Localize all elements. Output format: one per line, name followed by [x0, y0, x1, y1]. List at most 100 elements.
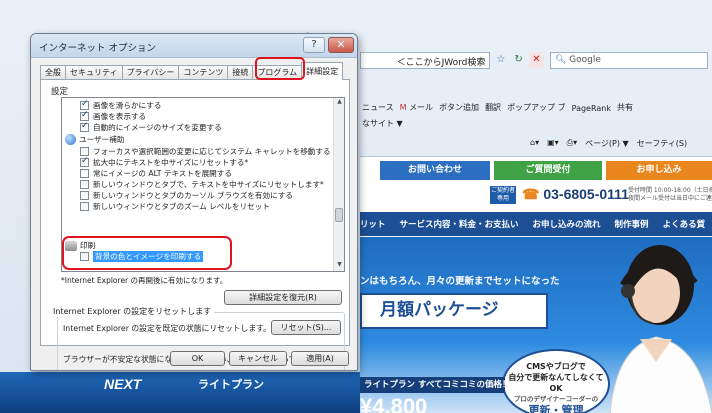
print-icon[interactable]: ⎙▾: [567, 138, 577, 149]
apply-button[interactable]: 適用(A): [291, 351, 349, 366]
internet-options-dialog: インターネット オプション ? ✕ 全般 セキュリティ プライバシー コンテンツ…: [30, 33, 358, 371]
addon-toolbar: ニュース M メール ボタン追加 翻訳 ポップアップ ブ PageRank 共有: [362, 91, 712, 113]
advanced-panel: 設定 画像を滑らかにする 画像を表示する 自動的にイメージのサイズを変更する ユ…: [40, 79, 350, 370]
reset-button[interactable]: リセット(S)...: [271, 320, 341, 335]
setting-smooth-images[interactable]: 画像を滑らかにする: [80, 99, 161, 111]
setting-label: 新しいウィンドウとタブで、テキストを中サイズにリセットします*: [93, 180, 324, 189]
checkbox-checked[interactable]: [80, 99, 89, 110]
group-label: ユーザー補助: [79, 135, 125, 144]
help-button[interactable]: ?: [303, 37, 325, 53]
phone-number-text: 03-6805-0111: [543, 186, 629, 202]
business-hours: 受付時間 10:00-18:00（土日祝休） 夜間メール受付は当日中にご連絡: [628, 187, 712, 202]
cms-line-1: CMSやブログで: [526, 362, 586, 371]
checkbox-checked[interactable]: [80, 156, 89, 167]
checkbox-unchecked[interactable]: [80, 180, 89, 189]
light-plan-label: ライトプラン: [198, 378, 264, 391]
safety-menu[interactable]: セーフティ(S): [637, 138, 687, 149]
restart-note: *Internet Explorer の再開後に有効になります。: [61, 276, 228, 285]
cms-bubble: CMSやブログで 自分で更新なんてしなくてOK プロのデザイナーコーダーの 更新…: [502, 349, 610, 413]
tab-highlight-annotation: [255, 57, 305, 80]
tab-privacy[interactable]: プライバシー: [121, 65, 180, 80]
setting-caret-browsing[interactable]: 新しいウィンドウとタブのカーソル ブラウズを有効にする: [80, 190, 293, 201]
reset-group-title: Internet Explorer の設定をリセットします: [53, 306, 215, 317]
setting-reset-text-size-new[interactable]: 新しいウィンドウとタブで、テキストを中サイズにリセットします*: [80, 179, 324, 190]
restore-advanced-button[interactable]: 詳細設定を復元(R): [224, 290, 342, 305]
mail-icon: M: [399, 103, 410, 112]
setting-show-images[interactable]: 画像を表示する: [80, 110, 146, 122]
setting-auto-resize[interactable]: 自動的にイメージのサイズを変更する: [80, 121, 222, 133]
checkbox-checked[interactable]: [80, 110, 89, 121]
tab-content[interactable]: コンテンツ: [178, 65, 229, 80]
setting-label: 拡大中にテキストを中サイズにリセットする*: [93, 158, 249, 167]
site-header: ご契約者専用 ☎ 03-6805-0111 受付時間 10:00-18:00（土…: [360, 183, 712, 210]
nav-item-flow[interactable]: お申し込みの流れ: [533, 218, 601, 230]
question-button[interactable]: ご質問受付: [494, 161, 602, 180]
contact-button[interactable]: お問い合わせ: [380, 161, 490, 180]
toolbar-item-share[interactable]: 共有: [617, 102, 633, 113]
stop-icon[interactable]: ✕: [529, 52, 544, 68]
setting-label: 常にイメージの ALT テキストを展開する: [93, 169, 232, 178]
setting-reset-text-zoom[interactable]: 拡大中にテキストを中サイズにリセットする*: [80, 156, 249, 168]
jword-search-box[interactable]: ＜ここからJWord検索: [360, 51, 491, 69]
setting-expand-alt[interactable]: 常にイメージの ALT テキストを展開する: [80, 168, 232, 179]
refresh-icon[interactable]: ↻: [511, 52, 527, 68]
phone-icon: ☎: [522, 186, 544, 202]
dialog-titlebar: インターネット オプション ? ✕: [31, 34, 357, 58]
setting-reset-zoom-level[interactable]: 新しいウィンドウとタブのズーム レベルをリセット: [80, 201, 270, 212]
checkbox-checked[interactable]: [80, 121, 89, 132]
tree-scrollbar[interactable]: ▲ ▼: [333, 98, 344, 271]
setting-label: 新しいウィンドウとタブのズーム レベルをリセット: [93, 202, 270, 211]
close-button[interactable]: ✕: [328, 37, 354, 53]
nav-item-merit[interactable]: リット: [360, 218, 386, 230]
tab-connections[interactable]: 接続: [227, 65, 254, 80]
cms-big: 更新・管理: [528, 404, 584, 413]
home-icon[interactable]: ⌂▾: [530, 138, 539, 149]
google-label: Google: [569, 54, 601, 65]
tab-general[interactable]: 全般: [40, 65, 66, 80]
toolbar-item-translate[interactable]: 翻訳: [485, 102, 501, 113]
google-search-icon: 🔍︎: [554, 54, 570, 65]
toolbar-item-pagerank[interactable]: PageRank: [572, 104, 611, 113]
address-toolbar: ＜ここからJWord検索 ☆ ↻ ✕ 🔍︎ Google: [360, 51, 708, 69]
setting-label: 自動的にイメージのサイズを変更する: [93, 123, 222, 132]
page-menu[interactable]: ページ(P) ▼: [585, 138, 629, 149]
scroll-thumb[interactable]: [335, 208, 343, 222]
next-logo: NEXT: [104, 376, 142, 392]
tab-advanced[interactable]: 詳細設定: [301, 62, 344, 80]
checkbox-unchecked[interactable]: [80, 169, 89, 178]
toolbar-item-mail[interactable]: M メール: [400, 102, 433, 113]
reset-description: Internet Explorer の設定を既定の状態にリセットします。: [63, 324, 271, 333]
ok-button[interactable]: OK: [170, 351, 225, 366]
command-bar: ⌂▾ ▣▾ ⎙▾ ページ(P) ▼ セーフティ(S): [530, 138, 687, 149]
google-search-box[interactable]: 🔍︎ Google: [549, 51, 708, 69]
scroll-down-icon[interactable]: ▼: [334, 261, 344, 271]
tab-security[interactable]: セキュリティ: [65, 65, 123, 80]
links-bar[interactable]: なサイト ▼: [362, 118, 403, 129]
checkbox-unchecked[interactable]: [80, 191, 89, 200]
toolbar-item-popup-block[interactable]: ポップアップ ブ: [507, 102, 566, 113]
cancel-button[interactable]: キャンセル: [229, 351, 287, 366]
web-page: お問い合わせ ご質問受付 お申し込み ご契約者専用 ☎ 03-6805-0111…: [360, 156, 712, 413]
other-page-strip: NEXT ライトプラン: [0, 372, 360, 413]
accessibility-icon: [65, 134, 76, 145]
toolbar-item-news[interactable]: ニュース: [362, 102, 394, 113]
toolbar-item-add-button[interactable]: ボタン追加: [439, 102, 479, 113]
checkbox-unchecked[interactable]: [80, 202, 89, 211]
feeds-icon[interactable]: ▣▾: [547, 138, 559, 149]
nav-item-service[interactable]: サービス内容・料金・お支払い: [400, 218, 519, 230]
dialog-title: インターネット オプション: [39, 43, 157, 54]
operator-photo: [609, 245, 712, 413]
checkbox-unchecked[interactable]: [80, 147, 89, 156]
apply-online-button[interactable]: お申し込み: [606, 161, 712, 180]
phone-number: ☎ 03-6805-0111: [522, 186, 629, 203]
cms-line-2: 自分で更新なんてしなくてOK: [508, 373, 604, 393]
package-title: 月額パッケージ: [360, 293, 548, 329]
group-accessibility: ユーザー補助: [65, 134, 124, 145]
price: ¥4,800: [360, 394, 428, 413]
light-plan-banner: ライトプラン すべてコミコミの価格！: [360, 377, 511, 393]
favorites-icon[interactable]: ☆: [493, 52, 509, 68]
member-badge: ご契約者専用: [490, 186, 516, 204]
print-highlight-annotation: [62, 236, 232, 270]
setting-move-caret[interactable]: フォーカスや選択範囲の変更に応じてシステム キャレットを移動する: [80, 146, 331, 157]
scroll-up-icon[interactable]: ▲: [334, 98, 344, 108]
